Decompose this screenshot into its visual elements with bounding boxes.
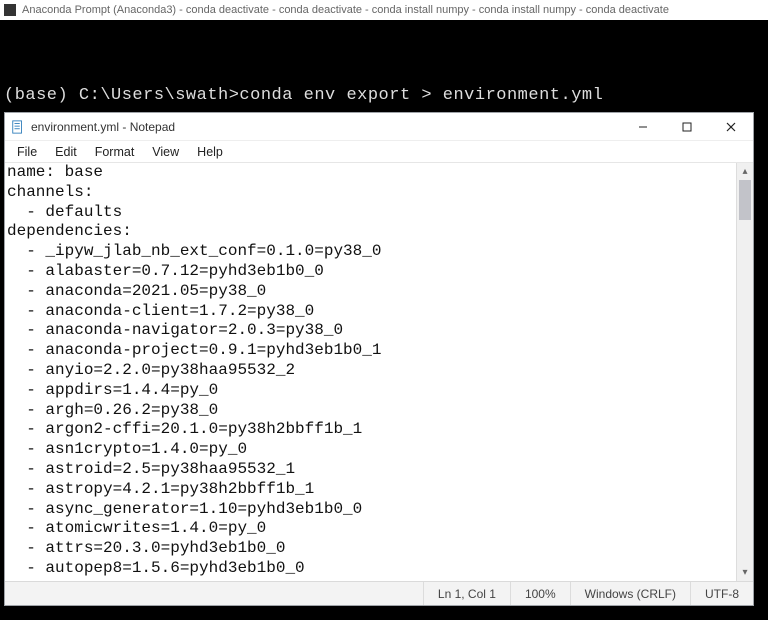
console-title-text: Anaconda Prompt (Anaconda3) - conda deac… [22,4,669,16]
notepad-window: environment.yml - Notepad File Edit Form… [4,112,754,606]
notepad-titlebar[interactable]: environment.yml - Notepad [5,113,753,141]
terminal-prompt-line: (base) C:\Users\swath>conda env export >… [4,86,764,105]
close-icon [726,122,736,132]
scroll-down-arrow-icon[interactable]: ▾ [737,564,753,581]
maximize-button[interactable] [665,113,709,141]
terminal-area[interactable]: (base) C:\Users\swath>conda env export >… [0,20,768,112]
close-button[interactable] [709,113,753,141]
window-controls [621,113,753,141]
scroll-up-arrow-icon[interactable]: ▴ [737,163,753,180]
status-encoding: UTF-8 [690,582,753,605]
notepad-body: name: base channels: - defaults dependen… [5,163,753,581]
menu-edit[interactable]: Edit [47,143,85,161]
menu-help[interactable]: Help [189,143,231,161]
status-zoom: 100% [510,582,570,605]
status-line-ending: Windows (CRLF) [570,582,690,605]
vertical-scrollbar[interactable]: ▴ ▾ [736,163,753,581]
menu-format[interactable]: Format [87,143,143,161]
console-app-icon [4,4,16,16]
notepad-title-text: environment.yml - Notepad [31,120,175,134]
notepad-statusbar: Ln 1, Col 1 100% Windows (CRLF) UTF-8 [5,581,753,605]
minimize-icon [638,122,648,132]
notepad-app-icon [11,120,25,134]
notepad-menubar: File Edit Format View Help [5,141,753,163]
notepad-text-area[interactable]: name: base channels: - defaults dependen… [5,163,736,581]
menu-file[interactable]: File [9,143,45,161]
maximize-icon [682,122,692,132]
scroll-thumb[interactable] [739,180,751,220]
minimize-button[interactable] [621,113,665,141]
status-position: Ln 1, Col 1 [423,582,510,605]
console-titlebar: Anaconda Prompt (Anaconda3) - conda deac… [0,0,768,20]
menu-view[interactable]: View [144,143,187,161]
